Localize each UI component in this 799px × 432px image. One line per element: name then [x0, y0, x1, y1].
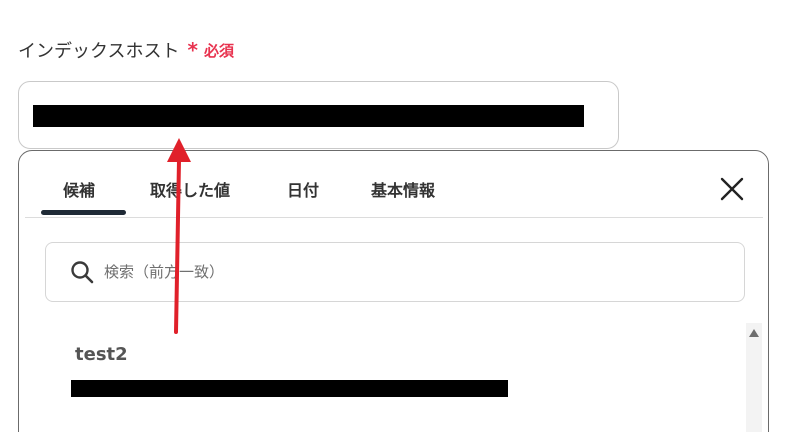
close-icon[interactable]: [719, 176, 745, 202]
redacted-value: [33, 105, 584, 127]
tab-retrieved-values[interactable]: 取得した値: [150, 177, 230, 201]
suggestion-popup: 候補 取得した値 日付 基本情報 test2: [18, 150, 769, 432]
search-input[interactable]: [104, 257, 724, 287]
list-item[interactable]: test2: [49, 336, 739, 406]
required-text: 必須: [203, 41, 234, 60]
tab-candidates[interactable]: 候補: [63, 177, 95, 201]
scroll-up-icon[interactable]: [749, 329, 759, 337]
tab-date[interactable]: 日付: [287, 177, 319, 201]
active-tab-indicator: [41, 210, 126, 215]
required-asterisk: *: [187, 38, 198, 62]
field-label-text: インデックスホスト: [18, 41, 180, 62]
scrollbar[interactable]: [746, 323, 762, 432]
field-label: インデックスホスト * 必須: [18, 36, 234, 64]
redacted-value: [71, 380, 508, 397]
search-box[interactable]: [45, 242, 745, 302]
index-host-input[interactable]: [18, 81, 619, 149]
tab-basic-info[interactable]: 基本情報: [371, 177, 435, 201]
list-item-title: test2: [75, 344, 128, 365]
search-icon: [70, 260, 94, 284]
tab-bar: 候補 取得した値 日付 基本情報: [25, 151, 763, 218]
